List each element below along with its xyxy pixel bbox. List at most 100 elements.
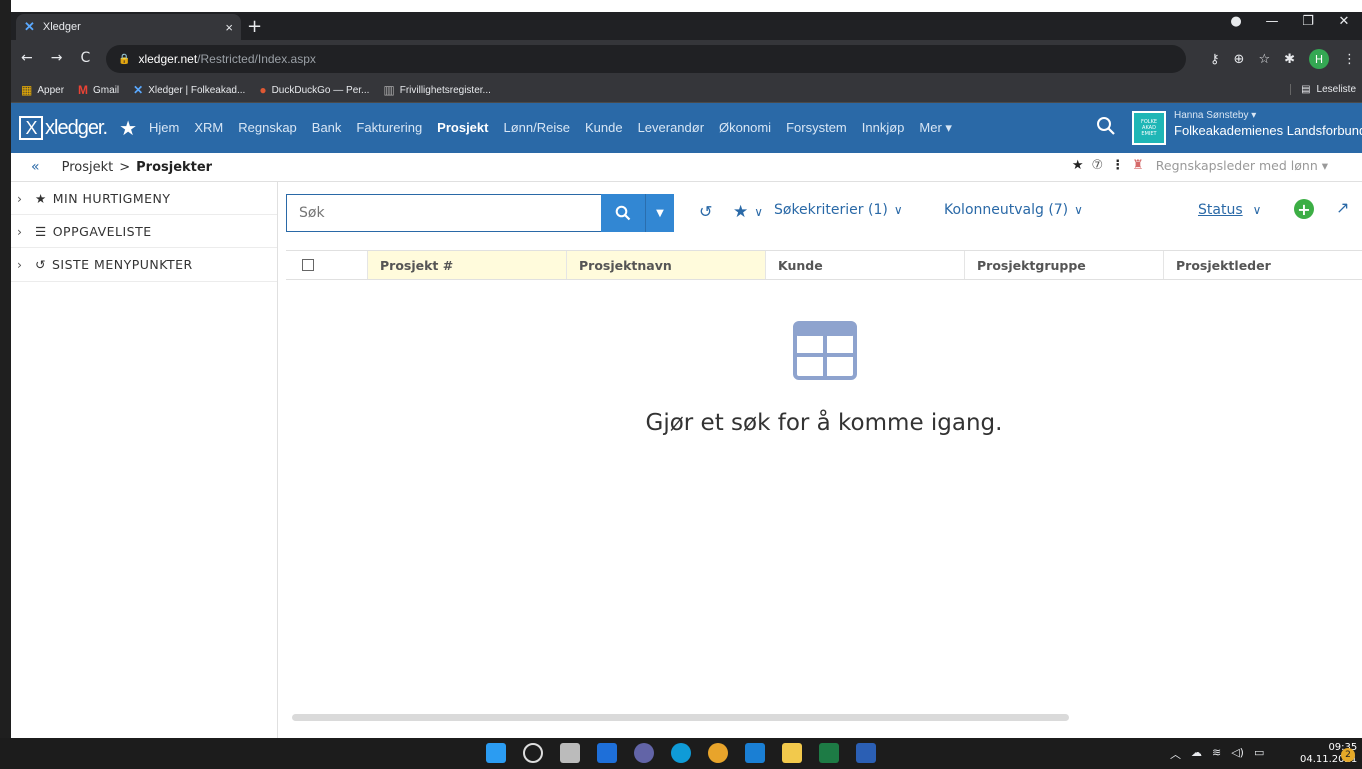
file-explorer-icon[interactable]: [782, 743, 802, 763]
main-menu: Hjem XRM Regnskap Bank Fakturering Prosj…: [149, 120, 952, 136]
column-selection-dropdown[interactable]: Kolonneutvalg (7) ∨: [944, 202, 1083, 218]
zoom-icon[interactable]: ⊕: [1234, 52, 1245, 67]
menu-xrm[interactable]: XRM: [194, 120, 223, 136]
menu-kunde[interactable]: Kunde: [585, 120, 623, 136]
user-menu[interactable]: Hanna Sønsteby ▾ Folkeakademienes Landsf…: [1174, 110, 1362, 138]
battery-icon[interactable]: ▭: [1254, 746, 1264, 762]
column-prosjektnavn[interactable]: Prosjektnavn: [567, 251, 766, 279]
widgets-icon[interactable]: [597, 743, 617, 763]
teams-chat-icon[interactable]: [634, 743, 654, 763]
menu-okonomi[interactable]: Økonomi: [719, 120, 771, 136]
organization-logo[interactable]: FOLKE AKAD EMIET: [1132, 111, 1166, 145]
search-dropdown-button[interactable]: ▼: [645, 194, 674, 232]
key-icon[interactable]: ⚷: [1210, 52, 1220, 67]
mail-icon[interactable]: [745, 743, 765, 763]
empty-table-icon: [793, 321, 857, 380]
cloud-icon[interactable]: ☁: [1191, 746, 1202, 762]
horizontal-scrollbar[interactable]: [292, 714, 1069, 721]
search-criteria-dropdown[interactable]: Søkekriterier (1) ∨: [774, 202, 903, 218]
reading-list-button[interactable]: ▤ Leseliste: [1290, 84, 1356, 95]
history-icon: ↺: [35, 257, 46, 272]
search-button[interactable]: [601, 194, 645, 232]
system-tray: ︿ ☁ ≋ ◁) ▭: [1170, 746, 1264, 762]
sidebar-item-hurtigmeny[interactable]: › ★ MIN HURTIGMENY: [11, 182, 277, 215]
column-prosjektgruppe[interactable]: Prosjektgruppe: [965, 251, 1164, 279]
url-field[interactable]: 🔒 xledger.net /Restricted/Index.aspx: [106, 45, 1186, 73]
forward-icon[interactable]: →: [51, 50, 63, 66]
task-view-icon[interactable]: [560, 743, 580, 763]
open-external-button[interactable]: ↗: [1336, 198, 1349, 217]
excel-icon[interactable]: [819, 743, 839, 763]
menu-lonn-reise[interactable]: Lønn/Reise: [503, 120, 569, 136]
bookmark-star-icon[interactable]: ☆: [1258, 52, 1270, 67]
browser-menu-icon[interactable]: ●: [1218, 14, 1254, 29]
menu-hjem[interactable]: Hjem: [149, 120, 179, 136]
favorites-star-icon[interactable]: ★: [119, 116, 137, 140]
plus-icon: +: [1297, 199, 1311, 219]
menu-mer[interactable]: Mer ▾: [919, 120, 952, 136]
os-taskbar: ︿ ☁ ≋ ◁) ▭ 09:35 04.11.2021 2: [0, 738, 1362, 769]
menu-forsystem[interactable]: Forsystem: [786, 120, 847, 136]
browser-tab-bar: ✕ Xledger × + ● — ❐ ✕: [11, 12, 1362, 40]
tab-close-icon[interactable]: ×: [225, 20, 233, 35]
reload-icon[interactable]: C: [80, 50, 90, 66]
bookmark-gmail[interactable]: M Gmail: [78, 83, 119, 97]
xledger-logo[interactable]: X xledger.: [11, 116, 108, 140]
column-kunde[interactable]: Kunde: [766, 251, 965, 279]
more-options-icon[interactable]: ⋮: [1111, 158, 1124, 173]
add-project-button[interactable]: +: [1294, 199, 1314, 219]
bookmark-frivillighetsregister[interactable]: ▥ Frivillighetsregister...: [383, 83, 490, 97]
minimize-icon[interactable]: —: [1254, 14, 1290, 29]
favorites-dropdown[interactable]: ★ ∨: [733, 202, 763, 222]
history-button[interactable]: ↺: [699, 202, 712, 221]
new-tab-button[interactable]: +: [247, 16, 262, 37]
windows-start-icon[interactable]: [486, 743, 506, 763]
menu-leverandor[interactable]: Leverandør: [638, 120, 704, 136]
register-icon: ▥: [383, 83, 395, 97]
bookmark-duckduckgo[interactable]: ● DuckDuckGo — Per...: [259, 83, 369, 97]
chevron-down-icon: ∨: [1252, 203, 1262, 217]
role-selector[interactable]: Regnskapsleder med lønn ▾: [1156, 158, 1328, 173]
screen: ✕ Xledger × + ● — ❐ ✕ ← → C 🔒 xledger.ne…: [0, 0, 1362, 769]
global-search-icon[interactable]: [1096, 116, 1116, 136]
menu-fakturering[interactable]: Fakturering: [356, 120, 422, 136]
edge-icon[interactable]: [671, 743, 691, 763]
browser-tab[interactable]: ✕ Xledger ×: [16, 14, 241, 40]
help-icon[interactable]: ⑦: [1091, 158, 1103, 173]
sidebar-item-siste-menypunkter[interactable]: › ↺ SISTE MENYPUNKTER: [11, 248, 277, 282]
profile-avatar[interactable]: H: [1309, 49, 1329, 69]
select-all-checkbox[interactable]: [302, 259, 314, 271]
star-icon: ★: [733, 202, 749, 222]
table-header: Prosjekt # Prosjektnavn Kunde Prosjektgr…: [286, 250, 1362, 280]
wifi-icon[interactable]: ≋: [1212, 746, 1221, 762]
tray-overflow-icon[interactable]: ︿: [1170, 746, 1181, 762]
word-icon[interactable]: [856, 743, 876, 763]
collapse-sidebar-icon[interactable]: «: [31, 159, 40, 175]
sidebar-item-oppgaveliste[interactable]: › ☰ OPPGAVELISTE: [11, 215, 277, 248]
bookmark-xledger[interactable]: ✕ Xledger | Folkeakad...: [133, 83, 245, 97]
menu-innkjop[interactable]: Innkjøp: [862, 120, 905, 136]
menu-bank[interactable]: Bank: [312, 120, 342, 136]
extensions-icon[interactable]: ✱: [1284, 52, 1295, 67]
search-input[interactable]: [286, 194, 601, 232]
breadcrumb-prosjekt[interactable]: Prosjekt: [62, 160, 114, 175]
column-prosjektleder[interactable]: Prosjektleder: [1164, 251, 1362, 279]
favorite-page-icon[interactable]: ★: [1072, 158, 1084, 173]
search-box: ▼: [286, 194, 674, 232]
toolbar-icons: ⚷ ⊕ ☆ ✱ H ⋮: [1210, 49, 1356, 69]
status-filter[interactable]: Status ∨: [1198, 202, 1261, 218]
maximize-icon[interactable]: ❐: [1290, 14, 1326, 29]
kebab-menu-icon[interactable]: ⋮: [1343, 52, 1356, 67]
organization-name: Folkeakademienes Landsforbund: [1174, 123, 1362, 138]
search-icon[interactable]: [523, 743, 543, 763]
close-window-icon[interactable]: ✕: [1326, 14, 1362, 29]
menu-prosjekt[interactable]: Prosjekt: [437, 120, 488, 136]
back-icon[interactable]: ←: [21, 50, 33, 66]
chrome-icon[interactable]: [708, 743, 728, 763]
volume-icon[interactable]: ◁): [1231, 746, 1244, 762]
bookmark-apper[interactable]: ▦ Apper: [21, 83, 64, 97]
column-prosjekt-nr[interactable]: Prosjekt #: [368, 251, 567, 279]
reading-list-icon: ▤: [1301, 84, 1311, 95]
notification-badge[interactable]: 2: [1341, 748, 1355, 762]
menu-regnskap[interactable]: Regnskap: [238, 120, 297, 136]
